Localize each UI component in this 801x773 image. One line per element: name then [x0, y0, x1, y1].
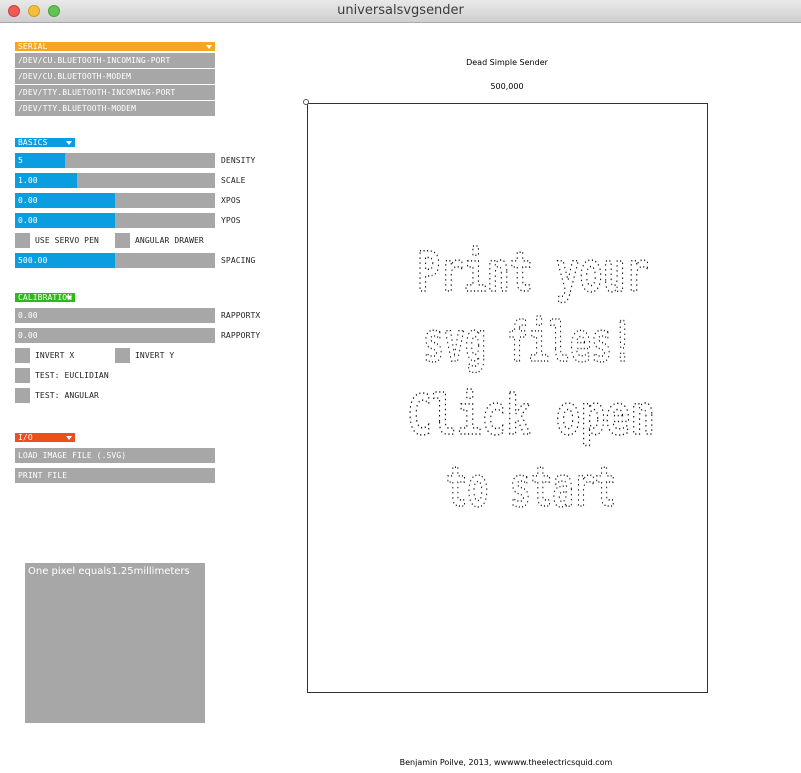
canvas-value: 500,000	[490, 82, 524, 91]
scale-slider[interactable]: 1.00	[15, 173, 215, 188]
invert-y-label: INVERT Y	[135, 351, 175, 360]
serial-port-item[interactable]: /DEV/TTY.BLUETOOTH-MODEM	[15, 101, 215, 116]
rapporty-field[interactable]: 0.00	[15, 328, 215, 343]
serial-group-header[interactable]: SERIAL	[15, 42, 215, 51]
canvas-origin-handle[interactable]	[303, 99, 309, 105]
ypos-slider[interactable]: 0.00	[15, 213, 215, 228]
chevron-down-icon	[206, 45, 212, 49]
spacing-label: SPACING	[221, 256, 256, 265]
io-group-header[interactable]: I/O	[15, 433, 75, 442]
print-file-button[interactable]: PRINT FILE	[15, 468, 215, 483]
rapportx-value: 0.00	[18, 311, 38, 320]
basics-group-header[interactable]: BASICS	[15, 138, 75, 147]
chevron-down-icon	[66, 436, 72, 440]
window-title: universalsvgsender	[337, 3, 464, 18]
xpos-label: XPOS	[221, 196, 241, 205]
invert-y-toggle[interactable]	[115, 348, 130, 363]
calibration-group-header[interactable]: CALIBRATION	[15, 293, 75, 302]
load-image-file-button[interactable]: LOAD IMAGE FILE (.SVG)	[15, 448, 215, 463]
scale-info-text: One pixel equals1.25millimeters	[28, 566, 190, 577]
placeholder-line: Print your	[417, 240, 649, 304]
spacing-slider[interactable]: 500.00	[15, 253, 215, 268]
window-titlebar: universalsvgsender	[0, 0, 801, 23]
angular-drawer-toggle[interactable]	[115, 233, 130, 248]
drawing-canvas[interactable]: Print your svg files! Click open to star…	[307, 103, 708, 693]
angular-drawer-label: ANGULAR DRAWER	[135, 236, 204, 245]
test-euclidian-label: TEST: EUCLIDIAN	[35, 371, 109, 380]
placeholder-message: Print your svg files! Click open to star…	[406, 239, 656, 520]
ypos-label: YPOS	[221, 216, 241, 225]
use-servo-pen-toggle[interactable]	[15, 233, 30, 248]
placeholder-line: svg files!	[423, 310, 633, 374]
scale-info-box: One pixel equals1.25millimeters	[25, 563, 205, 723]
serial-port-item[interactable]: /DEV/CU.BLUETOOTH-MODEM	[15, 69, 215, 84]
canvas-title: Dead Simple Sender	[466, 58, 548, 67]
rapportx-field[interactable]: 0.00	[15, 308, 215, 323]
density-slider[interactable]: 5	[15, 153, 215, 168]
test-angular-toggle[interactable]	[15, 388, 30, 403]
use-servo-pen-label: USE SERVO PEN	[35, 236, 99, 245]
rapportx-label: RAPPORTX	[221, 311, 261, 320]
rapporty-label: RAPPORTY	[221, 331, 261, 340]
serial-port-item[interactable]: /DEV/TTY.BLUETOOTH-INCOMING-PORT	[15, 85, 215, 100]
test-angular-label: TEST: ANGULAR	[35, 391, 99, 400]
invert-x-toggle[interactable]	[15, 348, 30, 363]
io-header-label: I/O	[18, 433, 33, 442]
serial-port-item[interactable]: /DEV/CU.BLUETOOTH-INCOMING-PORT	[15, 53, 215, 68]
scale-label: SCALE	[221, 176, 246, 185]
chevron-down-icon	[66, 141, 72, 145]
chevron-down-icon	[66, 296, 72, 300]
xpos-slider[interactable]: 0.00	[15, 193, 215, 208]
invert-x-label: INVERT X	[35, 351, 75, 360]
xpos-value: 0.00	[18, 196, 38, 205]
basics-header-label: BASICS	[18, 138, 48, 147]
serial-header-label: SERIAL	[18, 42, 48, 51]
rapporty-value: 0.00	[18, 331, 38, 340]
spacing-value: 500.00	[18, 256, 48, 265]
calibration-header-label: CALIBRATION	[18, 293, 73, 302]
ypos-value: 0.00	[18, 216, 38, 225]
density-label: DENSITY	[221, 156, 256, 165]
density-value: 5	[18, 156, 23, 165]
footer-credits: Benjamin Poilve, 2013, wwwww.theelectric…	[399, 758, 613, 767]
test-euclidian-toggle[interactable]	[15, 368, 30, 383]
placeholder-line: to start	[446, 455, 616, 519]
placeholder-line: Click open	[407, 383, 655, 447]
scale-value: 1.00	[18, 176, 38, 185]
